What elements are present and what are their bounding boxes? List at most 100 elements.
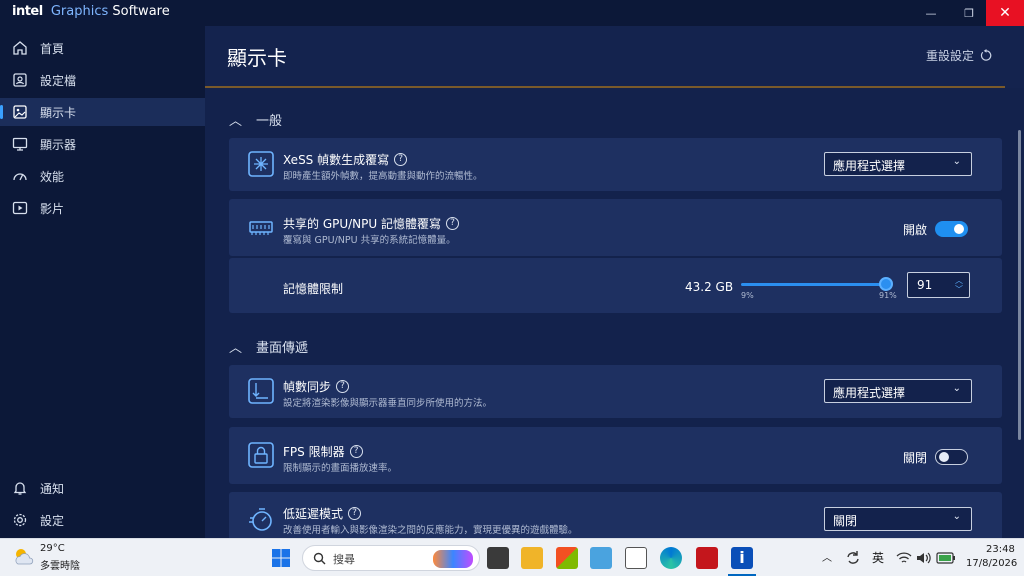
section-title: 畫面傳遞 <box>256 341 309 356</box>
stopwatch-icon <box>249 508 272 531</box>
sidebar-item-label: 首頁 <box>40 42 65 56</box>
help-icon[interactable]: ? <box>349 445 363 458</box>
app-window: intel Graphics Software — ❐ ✕ 首頁 設定檔 顯示卡… <box>0 0 1024 538</box>
edge-browser-icon[interactable] <box>660 547 682 569</box>
sidebar-item-label: 通知 <box>40 482 65 496</box>
taskbar-search[interactable]: 搜尋 <box>302 545 480 571</box>
memory-limit-slider[interactable] <box>741 283 887 286</box>
store-icon[interactable] <box>556 547 578 569</box>
vsync-select-value: 應用程式選擇 <box>833 386 906 400</box>
section-general-toggle[interactable]: ︿ 一般 <box>229 110 282 129</box>
reset-settings-label: 重設設定 <box>926 49 975 63</box>
shared-memory-toggle-label: 開啟 <box>903 223 928 237</box>
vsync-icon <box>248 378 274 404</box>
fps-limiter-toggle[interactable] <box>935 449 968 465</box>
help-icon[interactable]: ? <box>336 380 350 393</box>
help-icon[interactable]: ? <box>348 507 362 520</box>
ime-indicator[interactable]: 英 <box>872 549 884 566</box>
xess-title: XeSS 幀數生成覆寫 ? <box>283 151 408 168</box>
maximize-button[interactable]: ❐ <box>950 0 988 26</box>
slider-min-label: 9% <box>741 291 754 300</box>
xess-icon <box>248 151 274 177</box>
brand-graphics: Graphics <box>50 4 109 19</box>
chevron-down-icon: ⌄ <box>952 156 961 167</box>
memory-limit-card: 記憶體限制 43.2 GB 9% 91% 91 ︿ ﹀ <box>229 258 1002 313</box>
clock-time[interactable]: 23:48 <box>986 544 1015 555</box>
memory-limit-slider-handle[interactable] <box>878 277 893 291</box>
help-icon[interactable]: ? <box>446 217 459 230</box>
sidebar-item-profiles[interactable]: 設定檔 <box>0 66 205 94</box>
sidebar-item-notifications[interactable]: 通知 <box>0 474 205 502</box>
close-button[interactable]: ✕ <box>986 0 1024 26</box>
stepper-value: 91 <box>917 278 933 292</box>
sidebar-item-display[interactable]: 顯示器 <box>0 130 205 158</box>
photos-icon[interactable] <box>590 547 612 569</box>
fps-limiter-title-text: FPS 限制器 <box>283 445 345 459</box>
taskbar: 29°C 多雲時陰 搜尋 i ︿ 英 23:48 17/8/2026 <box>0 538 1024 576</box>
sidebar-item-label: 設定檔 <box>40 74 77 88</box>
vsync-select[interactable]: 應用程式選擇 ⌄ <box>824 379 972 403</box>
xess-title-text: XeSS 幀數生成覆寫 <box>283 153 390 167</box>
low-latency-subtitle: 改善使用者輸入與影像渲染之間的反應能力，實現更優異的遊戲體驗。 <box>283 525 578 536</box>
stepper-arrows-icon[interactable]: ︿ ﹀ <box>955 276 963 294</box>
section-display-toggle[interactable]: ︿ 畫面傳遞 <box>229 337 308 356</box>
memory-limit-stepper[interactable]: 91 ︿ ﹀ <box>907 272 970 298</box>
chevron-up-icon: ︿ <box>229 114 243 129</box>
sidebar-item-settings[interactable]: 設定 <box>0 506 205 534</box>
low-latency-select[interactable]: 關閉 ⌄ <box>824 507 972 531</box>
search-highlight-icon <box>433 550 473 568</box>
brand-software: Software <box>112 4 170 19</box>
sidebar: 首頁 設定檔 顯示卡 顯示器 效能 影片 通知 設定 <box>0 26 205 538</box>
task-view-icon[interactable] <box>487 547 509 569</box>
wifi-icon[interactable] <box>896 551 912 565</box>
monitor-icon <box>12 137 28 151</box>
memory-chip-icon <box>249 221 273 235</box>
sidebar-item-label: 影片 <box>40 202 65 216</box>
sidebar-item-performance[interactable]: 效能 <box>0 162 205 190</box>
power-app-icon[interactable] <box>696 547 718 569</box>
minimize-button[interactable]: — <box>912 0 950 26</box>
sidebar-item-home[interactable]: 首頁 <box>0 34 205 62</box>
section-title: 一般 <box>256 114 283 129</box>
page-header: 顯示卡 重設設定 <box>205 26 1024 88</box>
xess-frame-gen-card: XeSS 幀數生成覆寫 ? 即時產生額外幀數，提高動畫與動作的流暢性。 應用程式… <box>229 138 1002 191</box>
low-latency-select-value: 關閉 <box>833 514 858 528</box>
shared-memory-toggle[interactable] <box>935 221 968 237</box>
speaker-icon[interactable] <box>916 551 932 565</box>
low-latency-title-text: 低延遲模式 <box>283 507 344 521</box>
vsync-subtitle: 設定將渲染影像與顯示器垂直同步所使用的方法。 <box>283 398 493 409</box>
intel-graphics-app-icon[interactable]: i <box>731 547 753 569</box>
battery-charging-icon[interactable] <box>936 552 956 564</box>
clock-date[interactable]: 17/8/2026 <box>966 558 1017 569</box>
sidebar-item-graphics[interactable]: 顯示卡 <box>0 98 205 126</box>
performance-icon <box>13 173 27 181</box>
header-divider <box>205 86 1005 88</box>
sidebar-item-video[interactable]: 影片 <box>0 194 205 222</box>
profile-icon <box>13 73 27 87</box>
shared-memory-subtitle: 覆寫與 GPU/NPU 共享的系統記憶體量。 <box>283 235 456 246</box>
alpaca-app-icon[interactable] <box>625 547 647 569</box>
sidebar-item-label: 顯示卡 <box>40 106 77 120</box>
sidebar-item-label: 設定 <box>40 514 65 528</box>
weather-partly-cloudy-icon[interactable] <box>12 546 36 568</box>
xess-select[interactable]: 應用程式選擇 ⌄ <box>824 152 972 176</box>
tray-overflow-icon[interactable]: ︿ <box>822 549 832 564</box>
sidebar-item-label: 顯示器 <box>40 138 77 152</box>
reset-settings-button[interactable]: 重設設定 <box>926 47 993 64</box>
low-latency-title: 低延遲模式 ? <box>283 505 362 522</box>
file-explorer-icon[interactable] <box>521 547 543 569</box>
graphics-icon <box>13 105 27 119</box>
sync-icon[interactable] <box>845 550 861 566</box>
search-icon <box>313 552 326 565</box>
help-icon[interactable]: ? <box>394 153 408 166</box>
brand-intel: intel <box>12 4 43 19</box>
xess-subtitle: 即時產生額外幀數，提高動畫與動作的流暢性。 <box>283 171 483 182</box>
fps-limiter-card: FPS 限制器 ? 限制顯示的畫面播放速率。 關閉 <box>229 427 1002 484</box>
scrollbar[interactable] <box>1018 130 1021 440</box>
slider-max-label: 91% <box>879 291 897 300</box>
weather-description: 多雲時陰 <box>40 561 80 572</box>
reset-icon <box>980 49 992 61</box>
vsync-card: 幀數同步 ? 設定將渲染影像與顯示器垂直同步所使用的方法。 應用程式選擇 ⌄ <box>229 365 1002 418</box>
chevron-down-icon: ⌄ <box>952 383 961 394</box>
windows-start-icon[interactable] <box>271 548 291 568</box>
